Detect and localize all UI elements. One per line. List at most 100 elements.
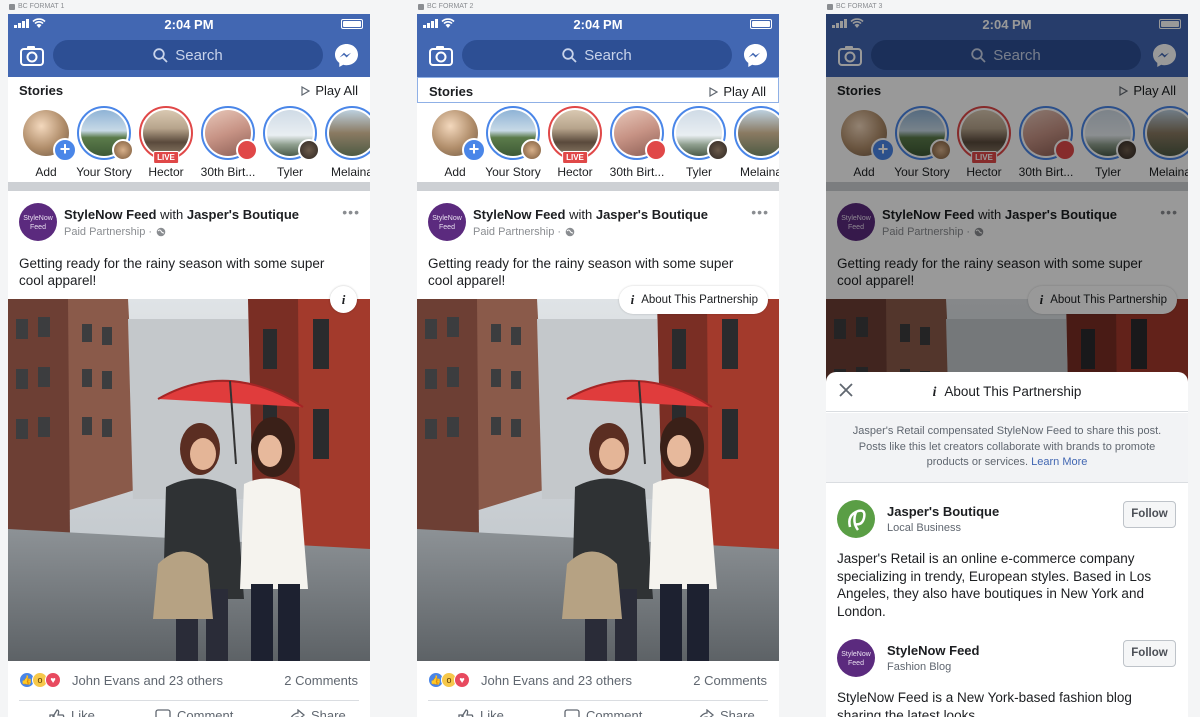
stories-title: Stories bbox=[19, 83, 64, 98]
story-name: 30th Birt... bbox=[609, 165, 665, 179]
sheet-header: i About This Partnership bbox=[826, 372, 1188, 412]
info-button[interactable]: i bbox=[330, 286, 357, 313]
reactors-text[interactable]: John Evans and 23 others bbox=[72, 673, 223, 688]
paid-partnership-label[interactable]: Paid Partnership · bbox=[64, 226, 152, 238]
live-badge: LIVE bbox=[562, 151, 588, 164]
story-name: Your Story bbox=[485, 165, 541, 179]
like-button[interactable]: Like bbox=[49, 708, 95, 717]
status-bar: 2:04 PM bbox=[8, 14, 370, 35]
partner-name-link[interactable]: Jasper's Boutique bbox=[187, 207, 299, 222]
story-tyler[interactable]: Tyler bbox=[262, 106, 320, 179]
search-input[interactable]: Search bbox=[462, 40, 732, 70]
story-add[interactable]: + Add bbox=[18, 106, 77, 179]
comment-button[interactable]: Comment bbox=[155, 708, 233, 717]
phone-frame-3: 2:04 PM Search Stories Play All + Add Yo… bbox=[826, 14, 1188, 717]
status-time: 2:04 PM bbox=[164, 17, 214, 32]
story-name: Tyler bbox=[276, 165, 303, 179]
comments-count[interactable]: 2 Comments bbox=[284, 673, 358, 688]
brand-name[interactable]: Jasper's Boutique bbox=[887, 504, 999, 519]
story-name: Add bbox=[35, 165, 57, 179]
play-all-button[interactable]: Play All bbox=[301, 83, 358, 98]
brand-about: Jasper's Retail is an online e-commerce … bbox=[837, 551, 1152, 619]
share-icon bbox=[290, 708, 305, 717]
story-30th-birthday[interactable]: 30th Birt... bbox=[609, 106, 667, 179]
story-hector[interactable]: LIVE Hector bbox=[138, 106, 194, 179]
post-header: StyleNow Feed StyleNow Feed with Jasper'… bbox=[417, 194, 779, 254]
story-30th-birthday[interactable]: 30th Birt... bbox=[200, 106, 258, 179]
stylenow-avatar[interactable]: StyleNow Feed bbox=[428, 203, 466, 241]
globe-icon bbox=[565, 227, 575, 237]
story-name: Hector bbox=[557, 165, 593, 179]
stories-header: Stories Play All bbox=[417, 77, 779, 103]
story-photo bbox=[329, 110, 370, 156]
jaspers-logo[interactable] bbox=[837, 500, 875, 538]
story-photo bbox=[552, 110, 598, 156]
partner-name-link[interactable]: Jasper's Boutique bbox=[596, 207, 708, 222]
thumbs-up-icon bbox=[49, 708, 65, 717]
about-partnership-label: About This Partnership bbox=[641, 294, 758, 306]
comments-count[interactable]: 2 Comments bbox=[693, 673, 767, 688]
top-nav: Search bbox=[417, 35, 779, 77]
follow-button[interactable]: Follow bbox=[1123, 501, 1176, 528]
page-name-link[interactable]: StyleNow Feed bbox=[64, 207, 156, 222]
section-divider bbox=[417, 182, 779, 191]
status-bar: 2:04 PM bbox=[417, 14, 779, 35]
top-nav: Search bbox=[8, 35, 370, 77]
globe-icon bbox=[156, 227, 166, 237]
post-actions: Like Comment Share bbox=[19, 700, 359, 717]
post-header: StyleNow Feed StyleNow Feed with Jasper'… bbox=[8, 194, 370, 254]
more-options-icon[interactable]: ••• bbox=[751, 204, 769, 220]
search-input[interactable]: Search bbox=[53, 40, 323, 70]
brand-type: Local Business bbox=[887, 522, 961, 534]
page-name-link[interactable]: StyleNow Feed bbox=[473, 207, 565, 222]
more-options-icon[interactable]: ••• bbox=[342, 204, 360, 220]
play-all-button[interactable]: Play All bbox=[709, 84, 766, 99]
thumbs-up-icon bbox=[458, 708, 474, 717]
story-your-story[interactable]: Your Story bbox=[485, 106, 543, 179]
post-subtitle: Paid Partnership · bbox=[64, 226, 166, 238]
play-all-label: Play All bbox=[315, 83, 358, 98]
story-melaina[interactable]: Melaina bbox=[324, 106, 370, 179]
stories-row: + Add Your Story LIVE Hector 30th Birt..… bbox=[8, 106, 370, 186]
camera-icon[interactable] bbox=[429, 44, 453, 66]
story-avatar bbox=[707, 139, 729, 161]
artboard-label-2: BC FORMAT 2 bbox=[418, 3, 473, 10]
like-button[interactable]: Like bbox=[458, 708, 504, 717]
story-hector[interactable]: LIVE Hector bbox=[547, 106, 603, 179]
about-partnership-button[interactable]: i About This Partnership bbox=[618, 286, 768, 314]
post-photo[interactable] bbox=[417, 299, 779, 661]
learn-more-link[interactable]: Learn More bbox=[1031, 456, 1087, 468]
stylenow-avatar[interactable]: StyleNow Feed bbox=[19, 203, 57, 241]
stories-row: + Add Your Story LIVE Hector 30th Birt..… bbox=[417, 106, 779, 186]
reactions-bar: 👍 o ♥ John Evans and 23 others 2 Comment… bbox=[8, 665, 370, 695]
story-name: Melaina bbox=[330, 165, 370, 179]
comment-button[interactable]: Comment bbox=[564, 708, 642, 717]
story-name: 30th Birt... bbox=[200, 165, 256, 179]
share-button[interactable]: Share bbox=[289, 708, 346, 717]
post-caption: Getting ready for the rainy season with … bbox=[428, 256, 734, 288]
reaction-icons[interactable]: 👍 o ♥ bbox=[428, 672, 470, 688]
love-reaction-icon: ♥ bbox=[454, 672, 470, 688]
messenger-icon[interactable] bbox=[334, 43, 359, 68]
stylenow-logo[interactable]: StyleNow Feed bbox=[837, 639, 875, 677]
story-avatar bbox=[298, 139, 320, 161]
story-add[interactable]: + Add bbox=[427, 106, 486, 179]
share-button[interactable]: Share bbox=[698, 708, 755, 717]
post-author-line: StyleNow Feed with Jasper's Boutique bbox=[473, 207, 708, 222]
post-photo[interactable] bbox=[8, 299, 370, 661]
story-your-story[interactable]: Your Story bbox=[76, 106, 134, 179]
comment-icon bbox=[155, 708, 171, 717]
story-melaina[interactable]: Melaina bbox=[733, 106, 779, 179]
story-tyler[interactable]: Tyler bbox=[671, 106, 729, 179]
love-reaction-icon: ♥ bbox=[45, 672, 61, 688]
add-story-icon: + bbox=[53, 138, 77, 162]
brand-name[interactable]: StyleNow Feed bbox=[887, 643, 979, 658]
follow-button[interactable]: Follow bbox=[1123, 640, 1176, 667]
phone-frame-1: 2:04 PM Search Stories Play All + Add Yo… bbox=[8, 14, 370, 717]
reactors-text[interactable]: John Evans and 23 others bbox=[481, 673, 632, 688]
camera-icon[interactable] bbox=[20, 44, 44, 66]
paid-partnership-label[interactable]: Paid Partnership · bbox=[473, 226, 561, 238]
sheet-title: i About This Partnership bbox=[932, 384, 1082, 399]
reaction-icons[interactable]: 👍 o ♥ bbox=[19, 672, 61, 688]
messenger-icon[interactable] bbox=[743, 43, 768, 68]
